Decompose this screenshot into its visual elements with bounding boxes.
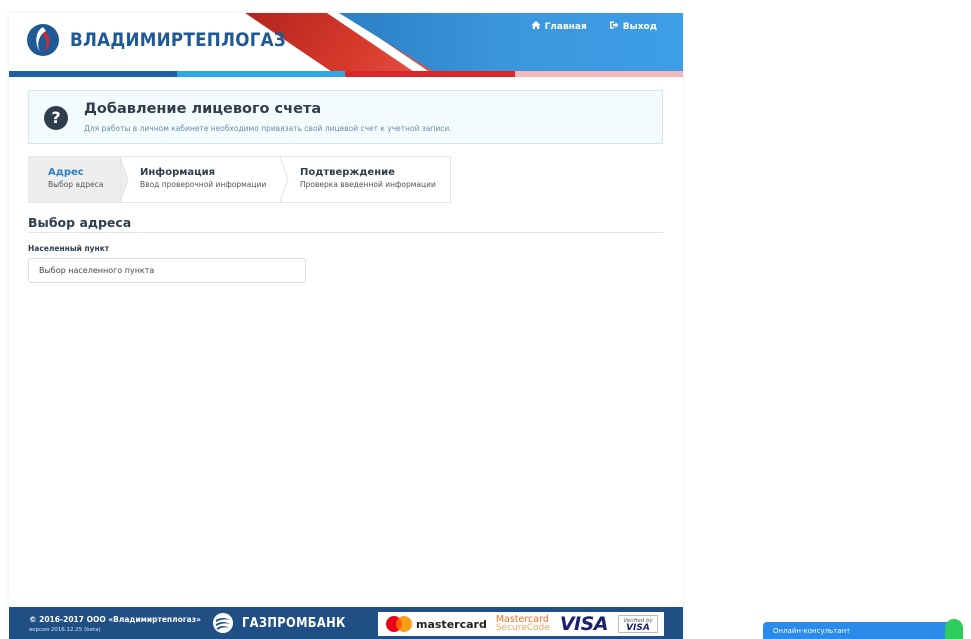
visa-logo: VISA [559,613,609,635]
settlement-select[interactable]: Выбор населенного пункта [28,258,306,283]
question-icon: ? [44,106,68,130]
page-subtitle: Для работы в личном кабинете необходимо … [84,124,452,133]
header-nav: Главная Выход [531,20,657,33]
step-title: Подтверждение [300,167,395,178]
verified-by-visa-logo: Verified by VISA [617,615,658,633]
header-stripe [345,71,515,77]
site-footer: © 2016-2017 ООО «Владимиртеплогаз» верси… [9,607,683,639]
nav-logout-link[interactable]: Выход [609,20,657,33]
nav-home-label: Главная [544,21,587,32]
securecode-bottom: SecureCode [495,623,550,633]
step-description: Ввод проверочной информации [140,180,267,189]
header-stripe [515,71,683,77]
section-title: Выбор адреса [28,215,132,230]
chat-status-indicator [945,619,963,639]
header-stripe [177,71,345,77]
brand-name: ВЛАДИМИРТЕПЛОГАЗ [70,29,286,51]
mastercard-icon [386,616,412,632]
info-panel: ? Добавление лицевого счета Для работы в… [28,90,663,144]
step-title: Адрес [48,167,84,178]
step-title: Информация [140,167,215,178]
gazprombank-name: ГАЗПРОМБАНК [242,615,346,631]
settlement-label: Населенный пункт [28,244,110,253]
mastercard-label: mastercard [416,617,487,631]
securecode-logo: Mastercard SecureCode [496,615,550,633]
step-arrow-icon [280,157,289,202]
payment-logos: mastercard Mastercard SecureCode VISA Ve… [378,612,664,636]
brand-logo[interactable]: ВЛАДИМИРТЕПЛОГАЗ [26,23,315,57]
nav-home-link[interactable]: Главная [531,20,587,33]
step-description: Проверка введенной информации [300,180,436,189]
brand-logo-icon [26,23,60,57]
step-information[interactable]: Информация Ввод проверочной информации [121,157,289,202]
site-header: ВЛАДИМИРТЕПЛОГАЗ Главная Выход [9,13,683,77]
version-text: версия 2016.12.25 (beta) [29,627,101,633]
gazprombank-icon [213,613,233,633]
page-container: ВЛАДИМИРТЕПЛОГАЗ Главная Выход ? Добавле… [9,13,683,639]
step-description: Выбор адреса [48,180,104,189]
gazprombank-logo: ГАЗПРОМБАНК [213,613,360,633]
copyright-text: © 2016-2017 ООО «Владимиртеплогаз» [29,615,201,624]
vbv-bottom: VISA [626,623,650,633]
header-stripe [9,71,177,77]
nav-logout-label: Выход [622,21,657,32]
wizard-steps: Адрес Выбор адреса Информация Ввод прове… [28,156,451,203]
logout-icon [609,20,619,33]
step-arrow-icon [120,157,129,202]
page-title: Добавление лицевого счета [84,101,322,117]
step-confirmation[interactable]: Подтверждение Проверка введенной информа… [281,157,450,202]
online-consultant-button[interactable]: Онлайн-консультант [763,622,961,639]
step-address[interactable]: Адрес Выбор адреса [29,157,129,202]
section-divider [28,232,663,233]
home-icon [531,20,541,33]
